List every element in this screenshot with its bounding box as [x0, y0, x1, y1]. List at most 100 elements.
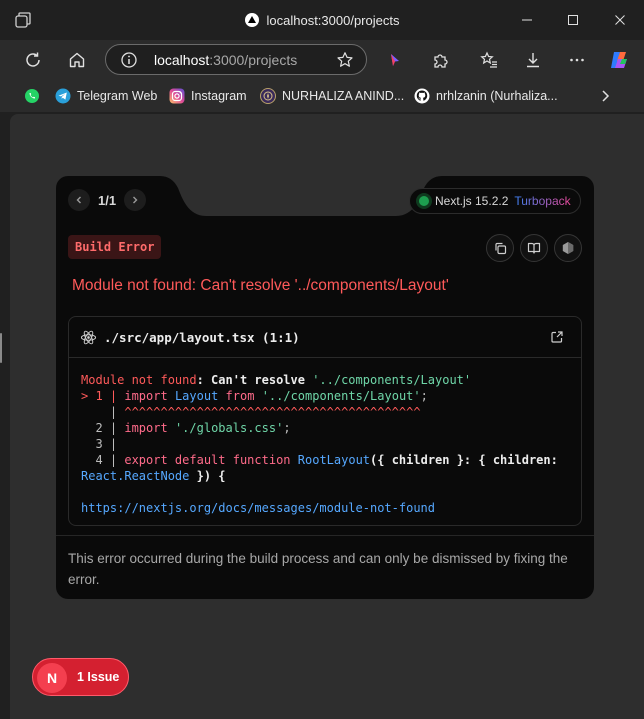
overlay-footer-divider: [56, 535, 594, 536]
close-window-button[interactable]: [597, 0, 643, 40]
home-icon: [69, 52, 85, 68]
build-error-badge: Build Error: [68, 235, 162, 259]
code-frame: ./src/app/layout.tsx (1:1) Module not fo…: [68, 316, 582, 526]
bookmark-label: nrhlzanin (Nurhaliza...: [436, 89, 558, 103]
copilot-icon: [611, 52, 627, 68]
error-title: Module not found: Can't resolve '../comp…: [72, 277, 449, 294]
code-token: ;: [283, 421, 291, 435]
nextjs-favicon-icon: [244, 13, 259, 27]
code-token: Module not found: [81, 373, 197, 387]
site-info-icon[interactable]: [120, 51, 138, 69]
copy-error-button[interactable]: [486, 234, 514, 262]
code-token: import: [124, 389, 168, 403]
code-token: './globals.css': [174, 421, 284, 435]
url-host: localhost: [154, 52, 210, 68]
copy-icon: [494, 242, 506, 254]
chevron-left-icon: [76, 196, 81, 204]
minimize-button[interactable]: [504, 0, 550, 40]
code-token: > 1 |: [81, 389, 125, 403]
instagram-icon: [169, 88, 185, 104]
error-count: 1/1: [98, 192, 117, 208]
university-seal-icon: [260, 88, 276, 104]
download-icon: [527, 53, 539, 68]
code-token: |: [81, 405, 125, 419]
docs-link[interactable]: https://nextjs.org/docs/messages/module-…: [81, 501, 435, 515]
favorites-list-icon: [480, 51, 497, 68]
github-icon: [414, 88, 430, 104]
code-token: ^^^^^^^^^^^^^^^^^^^^^^^^^^^^^^^^^^^^^^^^…: [124, 405, 421, 419]
code-snippet: Module not found: Can't resolve '../comp…: [81, 372, 558, 516]
window-title-text: localhost:3000/projects: [266, 12, 400, 28]
next-error-button[interactable]: [124, 189, 147, 211]
bookmark-nurhaliza[interactable]: NURHALIZA ANIND...: [260, 80, 404, 112]
issues-indicator-button[interactable]: N 1 Issue: [32, 658, 129, 696]
nodejs-inspector-button[interactable]: [554, 234, 582, 262]
code-token: ({ children }: { children:: [370, 453, 558, 467]
maximize-button[interactable]: [550, 0, 596, 40]
downloads-button[interactable]: [521, 48, 545, 72]
status-dot: [419, 196, 429, 206]
extension-cursor-button[interactable]: [383, 48, 407, 72]
bundler-name: Turbopack: [514, 194, 571, 208]
nextjs-version-badge[interactable]: Next.js 15.2.2 Turbopack: [409, 188, 581, 214]
open-in-editor-icon[interactable]: [550, 330, 564, 344]
code-token: 3 |: [81, 437, 118, 451]
code-token: from: [225, 389, 255, 403]
title-bar: localhost:3000/projects: [0, 0, 644, 40]
error-pager: 1/1: [68, 189, 147, 211]
code-token: React.ReactNode: [81, 469, 190, 483]
favorites-button[interactable]: [477, 48, 501, 72]
minimize-icon: [522, 19, 532, 21]
code-token: ;: [420, 389, 428, 403]
url-text[interactable]: localhost:3000/projects: [154, 52, 297, 68]
code-token: }) {: [189, 469, 226, 483]
maximize-icon: [568, 15, 578, 25]
chevron-right-icon: [602, 90, 610, 102]
code-token: export default function: [124, 453, 291, 467]
nextjs-version: Next.js 15.2.2: [435, 194, 509, 208]
code-token: : Can't resolve: [196, 373, 313, 387]
refresh-button[interactable]: [21, 48, 45, 72]
bookmark-label: Instagram: [191, 89, 247, 103]
code-token: '../components/Layout': [312, 373, 472, 387]
more-menu-button[interactable]: [565, 48, 589, 72]
cursor-icon: [391, 54, 399, 66]
chevron-right-icon: [133, 196, 138, 204]
source-file-path[interactable]: ./src/app/layout.tsx (1:1): [104, 330, 300, 345]
home-button[interactable]: [65, 48, 89, 72]
close-icon: [615, 15, 625, 25]
code-token: 2 |: [81, 421, 125, 435]
bookmarks-bar: Telegram Web Instagram NURHALIZA ANIND..…: [0, 80, 644, 112]
sidebar-resize-handle[interactable]: [0, 333, 2, 363]
react-icon: [80, 330, 97, 345]
code-token: '../components/Layout': [261, 389, 421, 403]
whatsapp-icon: [25, 89, 39, 103]
code-frame-header: ./src/app/layout.tsx (1:1): [69, 317, 581, 358]
url-path: :3000/projects: [209, 52, 298, 68]
extensions-button[interactable]: [429, 48, 453, 72]
nodejs-hexagon-icon: [562, 242, 574, 254]
bookmark-telegram[interactable]: Telegram Web: [55, 80, 157, 112]
bookmark-whatsapp[interactable]: [24, 80, 40, 112]
code-token: RootLayout: [297, 453, 371, 467]
book-icon: [527, 242, 541, 254]
overlay-footer-message: This error occurred during the build pro…: [68, 551, 568, 587]
previous-error-button[interactable]: [68, 189, 90, 211]
address-bar[interactable]: localhost:3000/projects: [105, 44, 367, 75]
issue-count-label: 1 Issue: [77, 670, 120, 684]
telegram-icon: [55, 88, 71, 104]
refresh-icon: [26, 52, 40, 67]
code-token: Layout: [174, 389, 219, 403]
bookmark-label: Telegram Web: [77, 89, 158, 103]
code-token: 4 |: [81, 453, 125, 467]
puzzle-icon: [434, 54, 448, 68]
bookmark-github[interactable]: nrhlzanin (Nurhaliza...: [414, 80, 558, 112]
bookmarks-more-button[interactable]: [598, 80, 612, 112]
nextjs-logo-icon: N: [37, 663, 67, 693]
docs-button[interactable]: [520, 234, 548, 262]
copilot-button[interactable]: [607, 48, 631, 72]
more-horizontal-icon: [570, 58, 584, 62]
bookmark-instagram[interactable]: Instagram: [169, 80, 247, 112]
bookmark-label: NURHALIZA ANIND...: [282, 89, 405, 103]
add-favorite-star-icon[interactable]: [336, 51, 354, 69]
